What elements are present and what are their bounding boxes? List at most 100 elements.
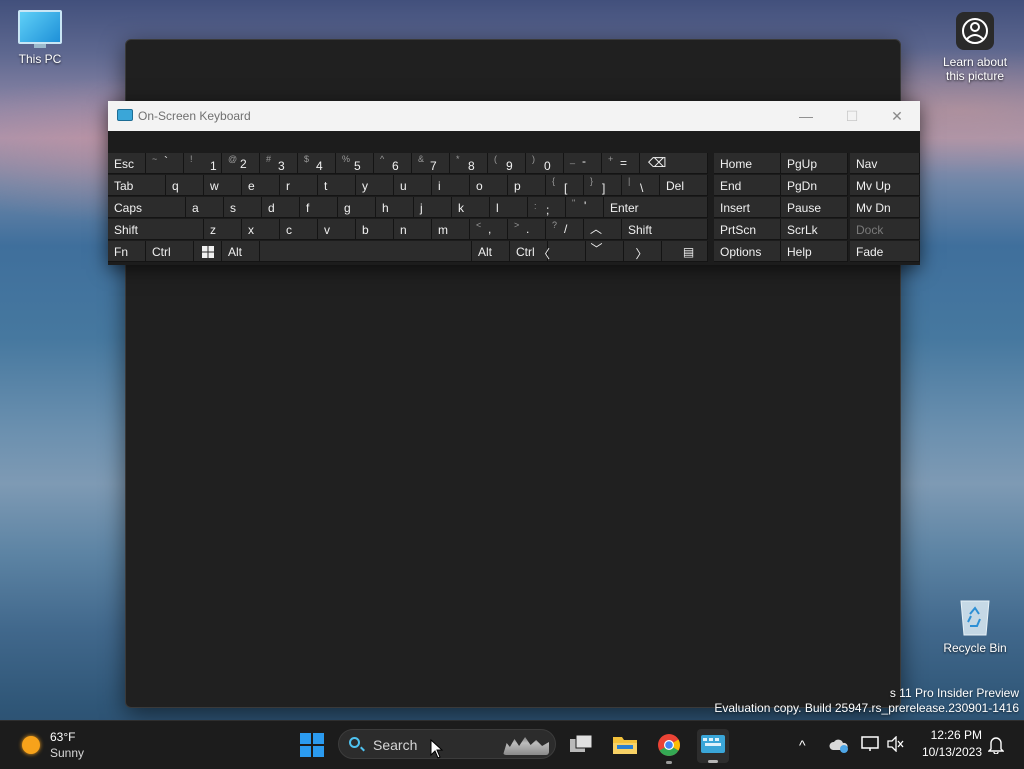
key-n[interactable]: n	[394, 219, 432, 240]
key-l[interactable]: l	[490, 197, 528, 218]
search-input[interactable]	[373, 736, 483, 754]
key-quote[interactable]: " '	[566, 197, 604, 218]
key-end[interactable]: End	[714, 175, 781, 196]
file-explorer-button[interactable]	[612, 733, 638, 757]
start-button[interactable]	[300, 733, 324, 757]
key-d[interactable]: d	[262, 197, 300, 218]
key-home[interactable]: Home	[714, 153, 781, 174]
key-backslash[interactable]: | \	[622, 175, 660, 196]
key-up-arrow[interactable]: ︿	[584, 219, 622, 240]
key-v[interactable]: v	[318, 219, 356, 240]
key-semicolon[interactable]: :;	[528, 197, 566, 218]
key-scrlk[interactable]: ScrLk	[781, 219, 848, 240]
key-caps[interactable]: Caps	[108, 197, 186, 218]
key-menu[interactable]: ▤	[662, 241, 708, 262]
key-i[interactable]: i	[432, 175, 470, 196]
key-period[interactable]: >.	[508, 219, 546, 240]
key-g[interactable]: g	[338, 197, 376, 218]
taskbar-search[interactable]	[338, 729, 556, 759]
key-close-bracket[interactable]: }]	[584, 175, 622, 196]
key-open-bracket[interactable]: {[	[546, 175, 584, 196]
key-shift-right[interactable]: Shift	[622, 219, 708, 240]
key-1[interactable]: ! 1	[184, 153, 222, 174]
key-enter[interactable]: Enter	[604, 197, 708, 218]
key-pause[interactable]: Pause	[781, 197, 848, 218]
key-t[interactable]: t	[318, 175, 356, 196]
key-u[interactable]: u	[394, 175, 432, 196]
onedrive-button[interactable]	[829, 737, 849, 753]
key-del[interactable]: Del	[660, 175, 708, 196]
on-screen-keyboard-window[interactable]: On-Screen Keyboard — ☐ ✕ Esc ~ ` ! 1 @2 #3…	[108, 101, 920, 265]
key-x[interactable]: x	[242, 219, 280, 240]
key-backspace[interactable]: ⌫	[640, 153, 708, 174]
minimize-button[interactable]: —	[783, 101, 829, 131]
key-mvup[interactable]: Mv Up	[850, 175, 920, 196]
key-pgdn[interactable]: PgDn	[781, 175, 848, 196]
key-p[interactable]: p	[508, 175, 546, 196]
key-alt-left[interactable]: Alt	[222, 241, 260, 262]
key-equals[interactable]: + =	[602, 153, 640, 174]
key-h[interactable]: h	[376, 197, 414, 218]
key-space[interactable]	[260, 241, 472, 262]
osk-title-bar[interactable]: On-Screen Keyboard — ☐ ✕	[108, 101, 920, 131]
maximize-button[interactable]: ☐	[829, 101, 875, 131]
key-9[interactable]: (9	[488, 153, 526, 174]
key-3[interactable]: #3	[260, 153, 298, 174]
key-z[interactable]: z	[204, 219, 242, 240]
key-w[interactable]: w	[204, 175, 242, 196]
key-help[interactable]: Help	[781, 241, 848, 262]
close-button[interactable]: ✕	[874, 101, 920, 131]
key-insert[interactable]: Insert	[714, 197, 781, 218]
desktop-icon-learn-about-picture[interactable]: Learn about this picture	[935, 12, 1015, 83]
key-mvdn[interactable]: Mv Dn	[850, 197, 920, 218]
key-shift-left[interactable]: Shift	[108, 219, 204, 240]
key-2[interactable]: @2	[222, 153, 260, 174]
key-fn[interactable]: Fn	[108, 241, 146, 262]
key-comma[interactable]: <,	[470, 219, 508, 240]
key-fade[interactable]: Fade	[850, 241, 920, 262]
key-b[interactable]: b	[356, 219, 394, 240]
key-nav[interactable]: Nav	[850, 153, 920, 174]
key-down-arrow[interactable]: ﹀	[586, 241, 624, 262]
notifications-button[interactable]	[987, 736, 1005, 755]
key-windows[interactable]	[194, 241, 222, 262]
key-y[interactable]: y	[356, 175, 394, 196]
key-r[interactable]: r	[280, 175, 318, 196]
key-m[interactable]: m	[432, 219, 470, 240]
key-5[interactable]: % 5	[336, 153, 374, 174]
key-alt-right[interactable]: Alt	[472, 241, 510, 262]
key-c[interactable]: c	[280, 219, 318, 240]
key-8[interactable]: * 8	[450, 153, 488, 174]
key-o[interactable]: o	[470, 175, 508, 196]
tray-overflow-button[interactable]: ^	[799, 737, 806, 753]
key-ctrl-left[interactable]: Ctrl	[146, 241, 194, 262]
key-options[interactable]: Options	[714, 241, 781, 262]
key-tab[interactable]: Tab	[108, 175, 166, 196]
osk-taskbar-button[interactable]	[697, 729, 729, 763]
key-7[interactable]: & 7	[412, 153, 450, 174]
key-prtscn[interactable]: PrtScn	[714, 219, 781, 240]
key-right-arrow[interactable]: 〉	[624, 241, 662, 262]
key-backtick[interactable]: ~ `	[146, 153, 184, 174]
key-e[interactable]: e	[242, 175, 280, 196]
key-j[interactable]: j	[414, 197, 452, 218]
key-dock[interactable]: Dock	[850, 219, 920, 240]
weather-widget[interactable]: 63°F Sunny	[14, 729, 114, 761]
key-0[interactable]: ) 0	[526, 153, 564, 174]
task-view-button[interactable]	[569, 734, 593, 756]
key-6[interactable]: ^ 6	[374, 153, 412, 174]
volume-button[interactable]	[887, 735, 905, 753]
key-esc[interactable]: Esc	[108, 153, 146, 174]
key-f[interactable]: f	[300, 197, 338, 218]
key-4[interactable]: $4	[298, 153, 336, 174]
key-slash[interactable]: ? /	[546, 219, 584, 240]
key-pgup[interactable]: PgUp	[781, 153, 848, 174]
key-q[interactable]: q	[166, 175, 204, 196]
key-k[interactable]: k	[452, 197, 490, 218]
network-button[interactable]	[861, 736, 879, 752]
chrome-button[interactable]	[657, 733, 681, 764]
key-minus[interactable]: _ -	[564, 153, 602, 174]
key-s[interactable]: s	[224, 197, 262, 218]
desktop-icon-this-pc[interactable]: This PC	[0, 10, 80, 66]
key-a[interactable]: a	[186, 197, 224, 218]
